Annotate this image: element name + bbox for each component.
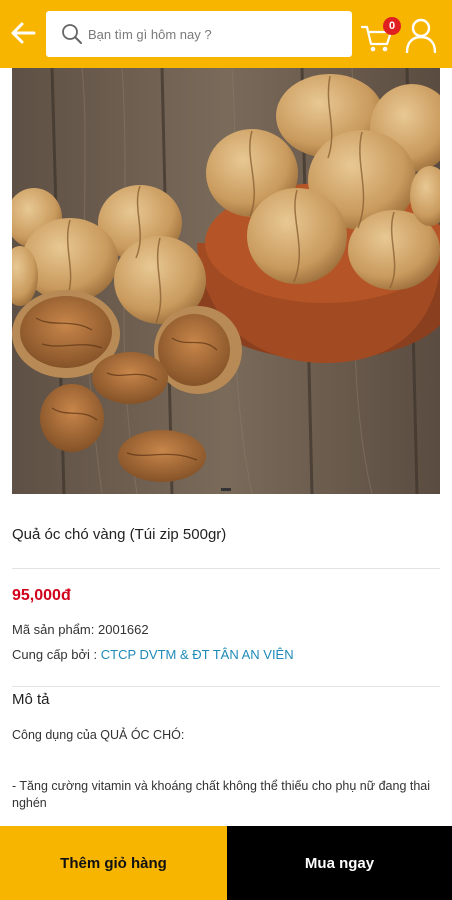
top-app-bar: 0 xyxy=(0,0,452,68)
search-bar[interactable] xyxy=(46,11,352,57)
supplier-link[interactable]: CTCP DVTM & ĐT TÂN AN VIÊN xyxy=(101,647,294,662)
back-button[interactable] xyxy=(8,18,38,48)
image-pager-dots xyxy=(0,488,452,491)
sku-label: Mã sản phẩm: xyxy=(12,622,98,637)
product-sku: Mã sản phẩm: 2001662 xyxy=(12,622,149,637)
description-paragraph: - Tăng cường vitamin và khoáng chất khôn… xyxy=(12,779,431,810)
account-button[interactable] xyxy=(404,17,440,55)
description-paragraph: Công dụng của QUẢ ÓC CHÓ: xyxy=(12,728,185,742)
product-title: Quả óc chó vàng (Túi zip 500gr) xyxy=(12,526,227,543)
divider xyxy=(12,568,440,569)
cart-count-badge: 0 xyxy=(383,17,401,35)
search-icon[interactable] xyxy=(60,22,84,46)
divider xyxy=(12,686,440,687)
product-supplier: Cung cấp bởi : CTCP DVTM & ĐT TÂN AN VIÊ… xyxy=(12,647,294,662)
add-to-cart-button[interactable]: Thêm giỏ hàng xyxy=(0,826,227,900)
arrow-left-icon xyxy=(11,22,36,44)
sku-value: 2001662 xyxy=(98,622,149,637)
bottom-action-bar: Thêm giỏ hàng Mua ngay xyxy=(0,826,452,900)
description-heading: Mô tả xyxy=(12,691,50,708)
search-input[interactable] xyxy=(88,26,338,42)
product-image[interactable] xyxy=(12,68,440,494)
buy-now-button[interactable]: Mua ngay xyxy=(227,826,452,900)
product-price: 95,000đ xyxy=(12,587,71,604)
pager-dot xyxy=(221,488,231,491)
user-icon xyxy=(405,18,437,54)
walnuts-photo xyxy=(12,68,440,494)
cart-button[interactable]: 0 xyxy=(360,17,401,57)
supplier-label: Cung cấp bởi : xyxy=(12,647,101,662)
